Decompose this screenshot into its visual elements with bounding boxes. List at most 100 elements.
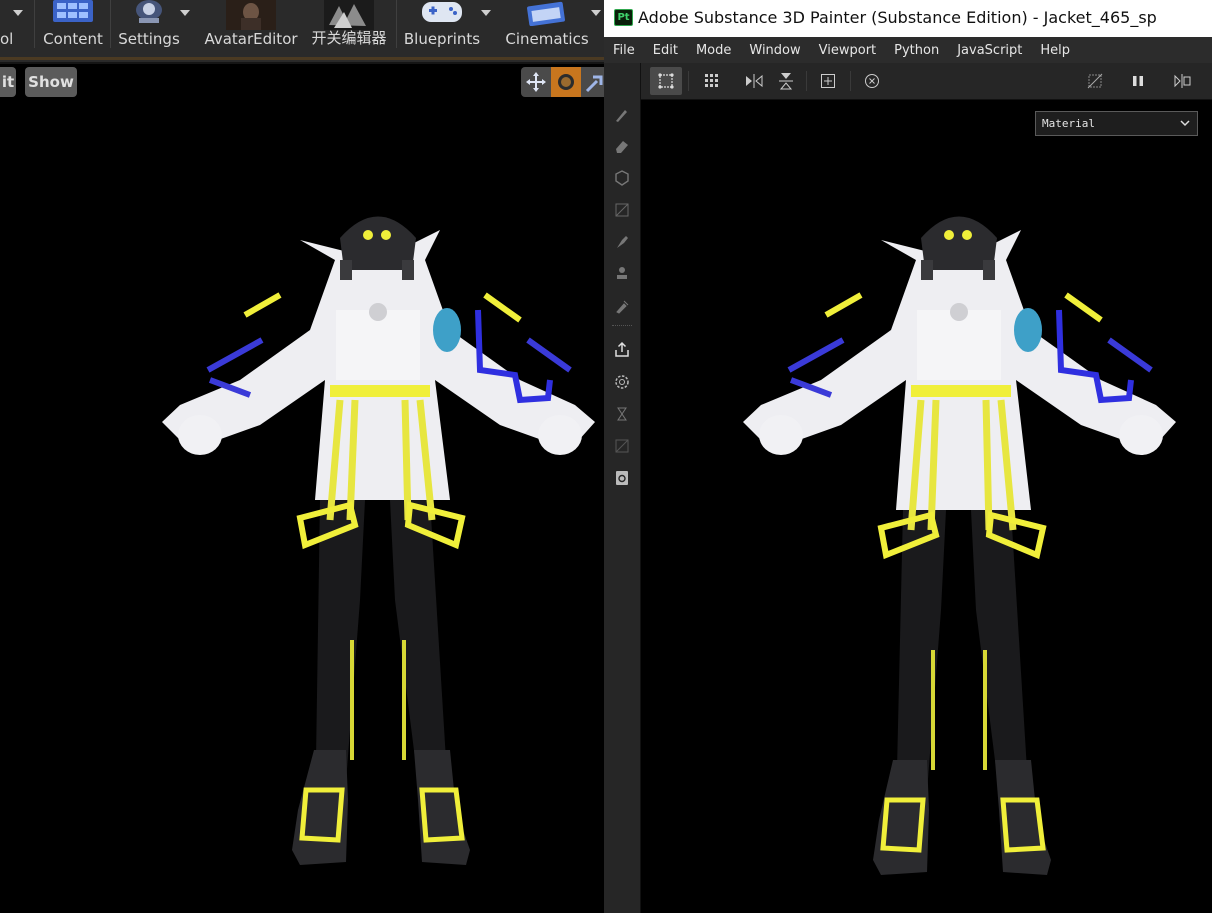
menu-edit[interactable]: Edit bbox=[644, 43, 687, 58]
toolbar-divider bbox=[806, 71, 807, 91]
brush-icon bbox=[616, 110, 627, 122]
rotate-sphere-icon bbox=[558, 74, 574, 90]
toolbar-tool-button[interactable]: ol bbox=[0, 0, 14, 56]
menu-viewport[interactable]: Viewport bbox=[810, 43, 886, 58]
polygon-fill-icon bbox=[615, 203, 629, 217]
menu-javascript[interactable]: JavaScript bbox=[948, 43, 1031, 58]
viewport-show-button[interactable]: Show bbox=[25, 67, 77, 97]
settings-gear-icon bbox=[136, 0, 162, 23]
gear-icon bbox=[615, 375, 629, 389]
pause-render-button[interactable] bbox=[1122, 67, 1154, 95]
projection-tool[interactable] bbox=[612, 168, 632, 188]
toolbar-divider bbox=[110, 0, 111, 48]
toolbar-divider bbox=[850, 71, 851, 91]
window-title: Adobe Substance 3D Painter (Substance Ed… bbox=[638, 8, 1157, 27]
symmetry-x-button[interactable] bbox=[738, 67, 770, 95]
unreal-editor-window: ol Content Settings AvatarEditor 开关编辑器 B… bbox=[0, 0, 604, 913]
paint-brush-tool[interactable] bbox=[612, 105, 632, 125]
menu-help[interactable]: Help bbox=[1031, 43, 1079, 58]
chevron-down-icon bbox=[1180, 120, 1190, 127]
painter-logo-icon: Pt bbox=[614, 9, 633, 26]
mirror-horizontal-icon bbox=[746, 74, 763, 88]
rotate-tool-button[interactable] bbox=[551, 67, 581, 97]
content-grid-icon bbox=[53, 0, 93, 22]
color-picker-tool[interactable] bbox=[612, 296, 632, 316]
character-figure bbox=[162, 216, 595, 865]
gamepad-icon bbox=[422, 2, 462, 22]
mask-off-icon bbox=[615, 439, 629, 453]
switch-editor-thumbnail-icon bbox=[324, 0, 374, 30]
toolbar-label: 开关编辑器 bbox=[311, 29, 387, 47]
cube-icon bbox=[615, 170, 629, 186]
menu-file[interactable]: File bbox=[604, 43, 644, 58]
masking-tool[interactable] bbox=[612, 436, 632, 456]
chevron-down-icon[interactable] bbox=[13, 10, 23, 16]
history-button[interactable] bbox=[856, 67, 888, 95]
split-view-button[interactable] bbox=[1166, 67, 1198, 95]
smudge-tool[interactable] bbox=[612, 232, 632, 252]
clapperboard-icon bbox=[527, 1, 565, 26]
3d-viewport[interactable] bbox=[641, 100, 1212, 913]
add-camera-button[interactable] bbox=[812, 67, 844, 95]
toolbar-divider bbox=[396, 0, 397, 48]
palette-divider bbox=[612, 325, 632, 328]
pause-icon bbox=[1133, 76, 1143, 86]
toolbar-settings-button[interactable]: Settings bbox=[114, 0, 184, 56]
substance-painter-window: Pt Adobe Substance 3D Painter (Substance… bbox=[604, 0, 1212, 913]
chevron-down-icon[interactable] bbox=[180, 10, 190, 16]
title-bar: Pt Adobe Substance 3D Painter (Substance… bbox=[604, 0, 1212, 37]
polygon-fill-tool[interactable] bbox=[612, 200, 632, 220]
eraser-icon bbox=[616, 141, 628, 153]
toolbar-label: Settings bbox=[118, 30, 180, 48]
chevron-down-icon[interactable] bbox=[591, 10, 601, 16]
share-export-icon bbox=[615, 341, 629, 357]
display-mode-dropdown[interactable]: Material bbox=[1035, 111, 1198, 136]
selection-mode-button[interactable] bbox=[650, 67, 682, 95]
toolbar-switch-editor-button[interactable]: 开关编辑器 bbox=[306, 0, 392, 56]
eraser-tool[interactable] bbox=[612, 136, 632, 156]
eyedropper-icon bbox=[616, 300, 629, 314]
viewport-toolbar bbox=[640, 63, 1212, 100]
avatar-thumbnail-icon bbox=[226, 0, 276, 30]
stamp-icon bbox=[617, 267, 627, 279]
grid-view-button[interactable] bbox=[696, 67, 728, 95]
menu-python[interactable]: Python bbox=[885, 43, 948, 58]
toolbar-label: Content bbox=[43, 30, 103, 48]
move-arrows-icon bbox=[526, 72, 546, 92]
toolbar-divider bbox=[34, 0, 35, 48]
move-tool-button[interactable] bbox=[521, 67, 551, 97]
toolbar-avatar-editor-button[interactable]: AvatarEditor bbox=[204, 0, 298, 56]
export-tool[interactable] bbox=[612, 340, 632, 360]
button-label: it bbox=[1, 73, 15, 91]
toolbar-cinematics-button[interactable]: Cinematics bbox=[502, 0, 592, 56]
character-model-render bbox=[162, 216, 595, 865]
toolbar-blueprints-button[interactable]: Blueprints bbox=[402, 0, 482, 56]
chevron-down-icon[interactable] bbox=[481, 10, 491, 16]
hourglass-tool[interactable] bbox=[612, 404, 632, 424]
toolbar-label: Blueprints bbox=[403, 30, 481, 48]
toolbar-label: AvatarEditor bbox=[204, 30, 298, 48]
smudge-icon bbox=[617, 236, 628, 248]
toolbar-accent-line bbox=[0, 57, 604, 60]
document-tool[interactable] bbox=[612, 468, 632, 488]
character-model-render bbox=[743, 216, 1176, 875]
toolbar-label: ol bbox=[0, 30, 14, 48]
mirror-vertical-icon bbox=[779, 73, 793, 90]
bake-settings-tool[interactable] bbox=[612, 372, 632, 392]
toolbar-content-button[interactable]: Content bbox=[40, 0, 106, 56]
clone-tool[interactable] bbox=[612, 264, 632, 284]
hide-uv-button[interactable] bbox=[1079, 67, 1111, 95]
toolbar-label: Cinematics bbox=[505, 30, 589, 48]
split-compare-icon bbox=[1174, 74, 1191, 88]
polygon-select-icon bbox=[658, 73, 674, 89]
viewport-edit-button[interactable]: it bbox=[0, 67, 16, 97]
scale-arrow-icon bbox=[585, 75, 603, 93]
hidden-grid-icon bbox=[1087, 73, 1103, 89]
unreal-main-toolbar: ol Content Settings AvatarEditor 开关编辑器 B… bbox=[0, 0, 604, 64]
toolbar-divider bbox=[688, 71, 689, 91]
scale-tool-button[interactable] bbox=[581, 67, 604, 97]
symmetry-y-button[interactable] bbox=[770, 67, 802, 95]
tool-palette bbox=[604, 63, 641, 913]
menu-mode[interactable]: Mode bbox=[687, 43, 740, 58]
menu-window[interactable]: Window bbox=[740, 43, 809, 58]
